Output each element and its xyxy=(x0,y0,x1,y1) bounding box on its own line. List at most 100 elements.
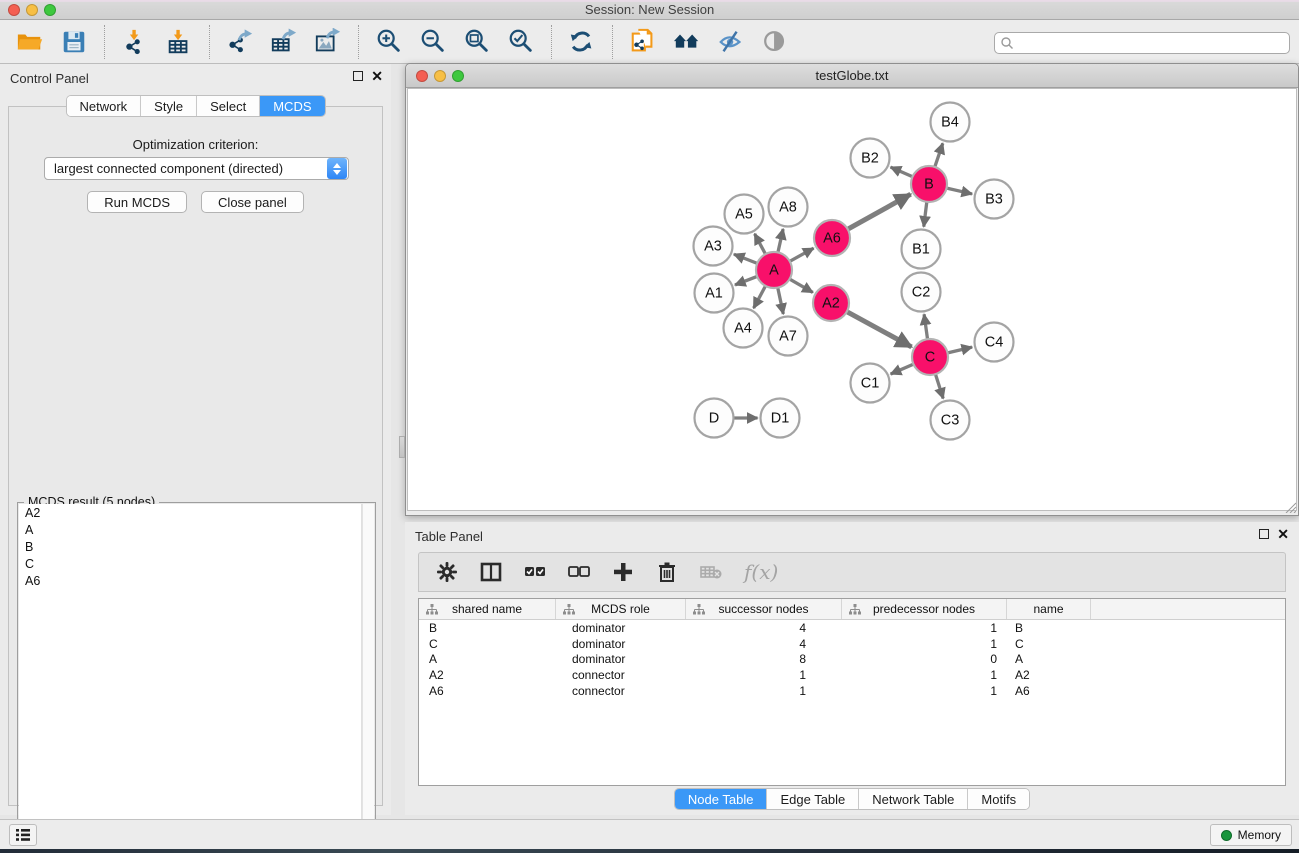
hide-graphics-button[interactable] xyxy=(715,26,747,58)
column-header-predecessor-nodes[interactable]: predecessor nodes xyxy=(842,599,1007,619)
cell-successor-nodes[interactable]: 4 xyxy=(686,637,842,651)
graph-node-A7[interactable]: A7 xyxy=(769,317,808,356)
tab-mcds[interactable]: MCDS xyxy=(260,96,324,116)
cell-shared-name[interactable]: C xyxy=(419,637,556,651)
export-network-button[interactable] xyxy=(224,26,256,58)
tab-network-table[interactable]: Network Table xyxy=(859,789,968,809)
window-resize-grip[interactable] xyxy=(1283,500,1296,513)
graph-edge-A-A6[interactable] xyxy=(788,248,814,262)
graph-edge-A-A3[interactable] xyxy=(734,254,759,264)
graph-node-B4[interactable]: B4 xyxy=(931,103,970,142)
network-window-titlebar[interactable]: testGlobe.txt xyxy=(406,64,1298,88)
export-image-button[interactable] xyxy=(312,26,344,58)
cell-predecessor-nodes[interactable]: 1 xyxy=(842,637,1007,651)
cell-shared-name[interactable]: A6 xyxy=(419,684,556,698)
graph-edge-A-A7[interactable] xyxy=(777,286,783,314)
graph-edge-A-A4[interactable] xyxy=(754,284,767,308)
graph-edge-A2-C[interactable] xyxy=(845,311,912,347)
home-button[interactable] xyxy=(671,26,703,58)
table-row[interactable]: A6connector11A6 xyxy=(419,683,1285,699)
splitter-grip[interactable] xyxy=(399,436,405,458)
graph-node-B2[interactable]: B2 xyxy=(851,139,890,178)
export-table-button[interactable] xyxy=(268,26,300,58)
tab-motifs[interactable]: Motifs xyxy=(968,789,1029,809)
show-graphics-button[interactable] xyxy=(759,26,791,58)
graph-node-A4[interactable]: A4 xyxy=(724,309,763,348)
duplicate-network-button[interactable] xyxy=(627,26,659,58)
tab-style[interactable]: Style xyxy=(141,96,197,116)
close-panel-icon[interactable]: ✕ xyxy=(371,71,383,81)
cell-name[interactable]: C xyxy=(1007,637,1091,651)
cell-name[interactable]: A xyxy=(1007,652,1091,666)
graph-node-C[interactable]: C xyxy=(912,339,948,375)
column-header-successor-nodes[interactable]: successor nodes xyxy=(686,599,842,619)
zoom-selected-button[interactable] xyxy=(505,26,537,58)
save-session-button[interactable] xyxy=(58,26,90,58)
graph-edge-A-A1[interactable] xyxy=(735,276,759,285)
cell-MCDS-role[interactable]: dominator xyxy=(556,652,686,666)
graph-edge-B-B2[interactable] xyxy=(891,167,915,177)
graph-node-D1[interactable]: D1 xyxy=(761,399,800,438)
tab-edge-table[interactable]: Edge Table xyxy=(767,789,859,809)
column-header-shared-name[interactable]: shared name xyxy=(419,599,556,619)
graph-edge-C-C3[interactable] xyxy=(935,372,943,398)
add-column-button[interactable] xyxy=(612,561,634,583)
cell-name[interactable]: B xyxy=(1007,621,1091,635)
cell-successor-nodes[interactable]: 1 xyxy=(686,668,842,682)
tab-node-table[interactable]: Node Table xyxy=(675,789,768,809)
cell-name[interactable]: A2 xyxy=(1007,668,1091,682)
graph-node-A6[interactable]: A6 xyxy=(814,220,850,256)
cell-MCDS-role[interactable]: dominator xyxy=(556,621,686,635)
tab-select[interactable]: Select xyxy=(197,96,260,116)
graph-edge-B-B1[interactable] xyxy=(924,200,927,227)
graph-node-A5[interactable]: A5 xyxy=(725,195,764,234)
table-row[interactable]: Cdominator41C xyxy=(419,636,1285,652)
graph-edge-C-C1[interactable] xyxy=(891,363,916,374)
graph-edge-A-A8[interactable] xyxy=(777,229,783,254)
float-panel-icon[interactable] xyxy=(353,71,363,81)
select-all-button[interactable] xyxy=(524,561,546,583)
cell-predecessor-nodes[interactable]: 0 xyxy=(842,652,1007,666)
cell-predecessor-nodes[interactable]: 1 xyxy=(842,621,1007,635)
graph-node-A2[interactable]: A2 xyxy=(813,285,849,321)
close-panel-button[interactable]: Close panel xyxy=(201,191,304,213)
mcds-result-item[interactable]: A xyxy=(19,521,361,538)
refresh-layout-button[interactable] xyxy=(566,26,598,58)
gear-button[interactable] xyxy=(436,561,458,583)
mcds-result-item[interactable]: B xyxy=(19,538,361,555)
mcds-result-item[interactable]: A2 xyxy=(19,504,361,521)
graph-node-D[interactable]: D xyxy=(695,399,734,438)
network-canvas[interactable]: AA1A2A3A4A5A6A7A8BB1B2B3B4CC1C2C3C4DD1 xyxy=(407,88,1297,511)
tab-network[interactable]: Network xyxy=(66,96,141,116)
cell-successor-nodes[interactable]: 1 xyxy=(686,684,842,698)
graph-node-B3[interactable]: B3 xyxy=(975,180,1014,219)
cell-MCDS-role[interactable]: connector xyxy=(556,668,686,682)
zoom-out-button[interactable] xyxy=(417,26,449,58)
cell-predecessor-nodes[interactable]: 1 xyxy=(842,668,1007,682)
mcds-result-item[interactable]: C xyxy=(19,555,361,572)
column-header-name[interactable]: name xyxy=(1007,599,1091,619)
graph-node-C2[interactable]: C2 xyxy=(902,273,941,312)
zoom-fit-button[interactable] xyxy=(461,26,493,58)
run-mcds-button[interactable]: Run MCDS xyxy=(87,191,187,213)
deselect-all-button[interactable] xyxy=(568,561,590,583)
import-table-button[interactable] xyxy=(163,26,195,58)
graph-node-C3[interactable]: C3 xyxy=(931,401,970,440)
criterion-select[interactable]: largest connected component (directed) xyxy=(44,157,349,180)
search-input[interactable] xyxy=(994,32,1290,54)
table-row[interactable]: Adominator80A xyxy=(419,652,1285,668)
memory-button[interactable]: Memory xyxy=(1210,824,1292,846)
graph-node-C1[interactable]: C1 xyxy=(851,364,890,403)
cell-shared-name[interactable]: B xyxy=(419,621,556,635)
cell-MCDS-role[interactable]: connector xyxy=(556,684,686,698)
import-network-button[interactable] xyxy=(119,26,151,58)
open-session-button[interactable] xyxy=(14,26,46,58)
graph-edge-C-C2[interactable] xyxy=(924,314,928,341)
zoom-in-button[interactable] xyxy=(373,26,405,58)
graph-node-B[interactable]: B xyxy=(911,166,947,202)
cell-predecessor-nodes[interactable]: 1 xyxy=(842,684,1007,698)
table-row[interactable]: Bdominator41B xyxy=(419,620,1285,636)
cell-shared-name[interactable]: A xyxy=(419,652,556,666)
close-table-panel-icon[interactable]: ✕ xyxy=(1277,529,1289,539)
graph-edge-A-A2[interactable] xyxy=(788,278,813,292)
